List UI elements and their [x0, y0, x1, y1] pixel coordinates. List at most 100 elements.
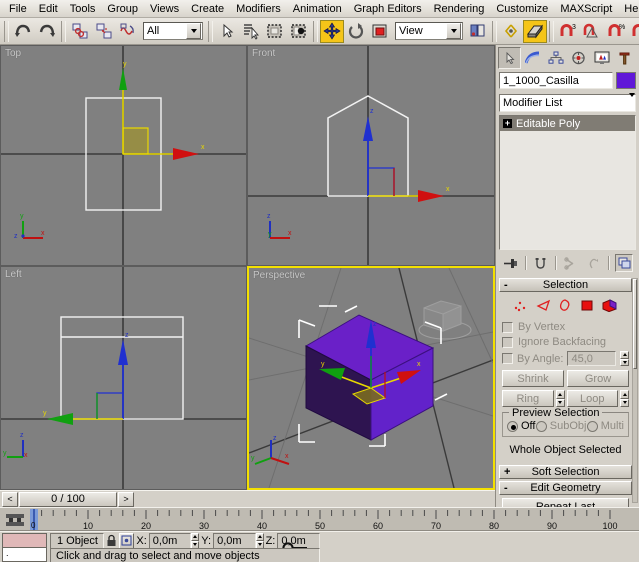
- polygon-icon[interactable]: [580, 299, 594, 315]
- loop-button[interactable]: Loop: [567, 390, 619, 407]
- modifier-stack[interactable]: + Editable Poly: [499, 115, 636, 250]
- command-panel-scrollbar-thumb[interactable]: [633, 279, 637, 369]
- 3d-snap-toggle-icon[interactable]: 3: [556, 20, 580, 43]
- preview-multi-radio[interactable]: [587, 421, 598, 432]
- ring-spinner[interactable]: [556, 390, 565, 407]
- menu-item-rendering[interactable]: Rendering: [428, 1, 491, 17]
- menu-item-create[interactable]: Create: [185, 1, 230, 17]
- rollout-header-soft-selection[interactable]: + Soft Selection: [499, 465, 632, 479]
- select-and-link-icon[interactable]: [68, 20, 92, 43]
- time-slider-value[interactable]: 0 / 100: [19, 492, 117, 507]
- ignore-backfacing-checkbox[interactable]: [502, 337, 513, 348]
- by-angle-field[interactable]: 45,0: [567, 351, 616, 366]
- command-tab-utilities[interactable]: [613, 47, 636, 69]
- percent-snap-toggle-icon[interactable]: %: [604, 20, 628, 43]
- window-crossing-icon[interactable]: [287, 20, 311, 43]
- by-angle-row[interactable]: By Angle: 45,0: [502, 351, 629, 366]
- menu-item-file[interactable]: File: [3, 1, 33, 17]
- use-pivot-point-center-icon[interactable]: [466, 20, 490, 43]
- bind-to-space-warp-icon[interactable]: [116, 20, 140, 43]
- modifier-stack-item-editable-poly[interactable]: + Editable Poly: [500, 116, 635, 131]
- select-and-manipulate-icon[interactable]: [499, 20, 523, 43]
- rollout-header-edit-geometry[interactable]: - Edit Geometry: [499, 481, 632, 495]
- chevron-down-icon[interactable]: [186, 23, 201, 39]
- rectangular-selection-region-icon[interactable]: [263, 20, 287, 43]
- preview-off-radio[interactable]: [507, 421, 518, 432]
- viewport-perspective[interactable]: Perspective: [247, 266, 495, 490]
- loop-spinner[interactable]: [620, 390, 629, 407]
- preview-off-option[interactable]: Off: [507, 420, 535, 432]
- select-by-name-icon[interactable]: [239, 20, 263, 43]
- track-bar[interactable]: 0: [0, 507, 639, 531]
- pin-stack-icon[interactable]: [502, 254, 520, 272]
- open-mini-curve-editor-icon[interactable]: [2, 510, 28, 530]
- grow-button[interactable]: Grow: [567, 370, 629, 387]
- menu-item-customize[interactable]: Customize: [490, 1, 554, 17]
- menu-item-group[interactable]: Group: [101, 1, 144, 17]
- track-bar-ruler[interactable]: 0: [30, 508, 639, 531]
- viewport-left[interactable]: Left z y z: [0, 266, 247, 490]
- selection-filter-combo[interactable]: All: [143, 22, 203, 40]
- select-and-move-icon[interactable]: [320, 20, 344, 43]
- preview-subobj-radio[interactable]: [536, 421, 547, 432]
- time-slider-prev-button[interactable]: <: [2, 492, 18, 507]
- edge-icon[interactable]: [536, 299, 551, 315]
- command-tab-hierarchy[interactable]: [544, 47, 567, 69]
- ignore-backfacing-row[interactable]: Ignore Backfacing: [502, 336, 629, 348]
- element-icon[interactable]: [602, 299, 618, 315]
- shrink-button[interactable]: Shrink: [502, 370, 564, 387]
- by-vertex-row[interactable]: By Vertex: [502, 321, 629, 333]
- rollout-toggle-soft-selection[interactable]: +: [504, 466, 510, 478]
- menu-item-maxscript[interactable]: MAXScript: [554, 1, 618, 17]
- time-slider-next-button[interactable]: >: [118, 492, 134, 507]
- coord-x-spinner[interactable]: [191, 533, 199, 549]
- menu-item-graph-editors[interactable]: Graph Editors: [348, 1, 428, 17]
- undo-icon[interactable]: [11, 20, 35, 43]
- maxscript-mini-listener[interactable]: .: [2, 533, 47, 562]
- menu-item-modifiers[interactable]: Modifiers: [230, 1, 287, 17]
- rollout-toggle-selection[interactable]: -: [504, 279, 508, 291]
- command-tab-display[interactable]: [590, 47, 613, 69]
- angle-snap-toggle-icon[interactable]: [580, 20, 604, 43]
- listener-input-pane[interactable]: .: [2, 548, 47, 562]
- select-object-icon[interactable]: [215, 20, 239, 43]
- absolute-relative-transform-icon[interactable]: [119, 533, 134, 549]
- menu-item-help[interactable]: Help: [618, 1, 639, 17]
- preview-multi-option[interactable]: Multi: [587, 420, 624, 432]
- rollout-toggle-edit-geometry[interactable]: -: [504, 482, 508, 494]
- menu-item-views[interactable]: Views: [144, 1, 185, 17]
- show-end-result-icon[interactable]: [532, 254, 550, 272]
- configure-modifier-sets-icon[interactable]: [615, 254, 633, 272]
- modifier-list-combo[interactable]: Modifier List: [499, 94, 636, 112]
- menu-item-edit[interactable]: Edit: [33, 1, 64, 17]
- coord-x-field[interactable]: 0,0m: [149, 533, 192, 549]
- rollout-header-selection[interactable]: - Selection: [499, 278, 632, 292]
- preview-subobj-option[interactable]: SubObj: [536, 420, 587, 432]
- coord-y-field[interactable]: 0,0m: [213, 533, 256, 549]
- make-unique-icon[interactable]: [562, 254, 580, 272]
- command-tab-motion[interactable]: [567, 47, 590, 69]
- menu-item-tools[interactable]: Tools: [64, 1, 102, 17]
- expand-plus-icon[interactable]: +: [503, 119, 512, 128]
- select-and-uniform-scale-icon[interactable]: [368, 20, 392, 43]
- select-and-rotate-icon[interactable]: [344, 20, 368, 43]
- by-angle-spinner[interactable]: [620, 351, 629, 366]
- listener-output-pane[interactable]: [2, 533, 47, 548]
- redo-icon[interactable]: [35, 20, 59, 43]
- repeat-last-button[interactable]: Repeat Last: [502, 498, 629, 507]
- remove-modifier-icon[interactable]: [585, 254, 603, 272]
- lock-selection-icon[interactable]: [104, 533, 120, 549]
- spinner-snap-toggle-icon[interactable]: [628, 20, 639, 43]
- reference-coordinate-system-combo[interactable]: View: [395, 22, 463, 40]
- command-tab-create[interactable]: [498, 47, 521, 69]
- object-name-field[interactable]: 1_1000_Casilla: [499, 72, 613, 89]
- menu-item-animation[interactable]: Animation: [287, 1, 348, 17]
- border-icon[interactable]: [559, 299, 572, 315]
- ring-button[interactable]: Ring: [502, 390, 554, 407]
- chevron-down-icon[interactable]: [446, 23, 461, 39]
- coord-y-spinner[interactable]: [256, 533, 264, 549]
- by-vertex-checkbox[interactable]: [502, 322, 513, 333]
- chevron-down-icon[interactable]: [629, 97, 635, 109]
- snaps-toggle-icon[interactable]: [523, 20, 547, 43]
- command-panel-scrollbar[interactable]: [632, 278, 638, 503]
